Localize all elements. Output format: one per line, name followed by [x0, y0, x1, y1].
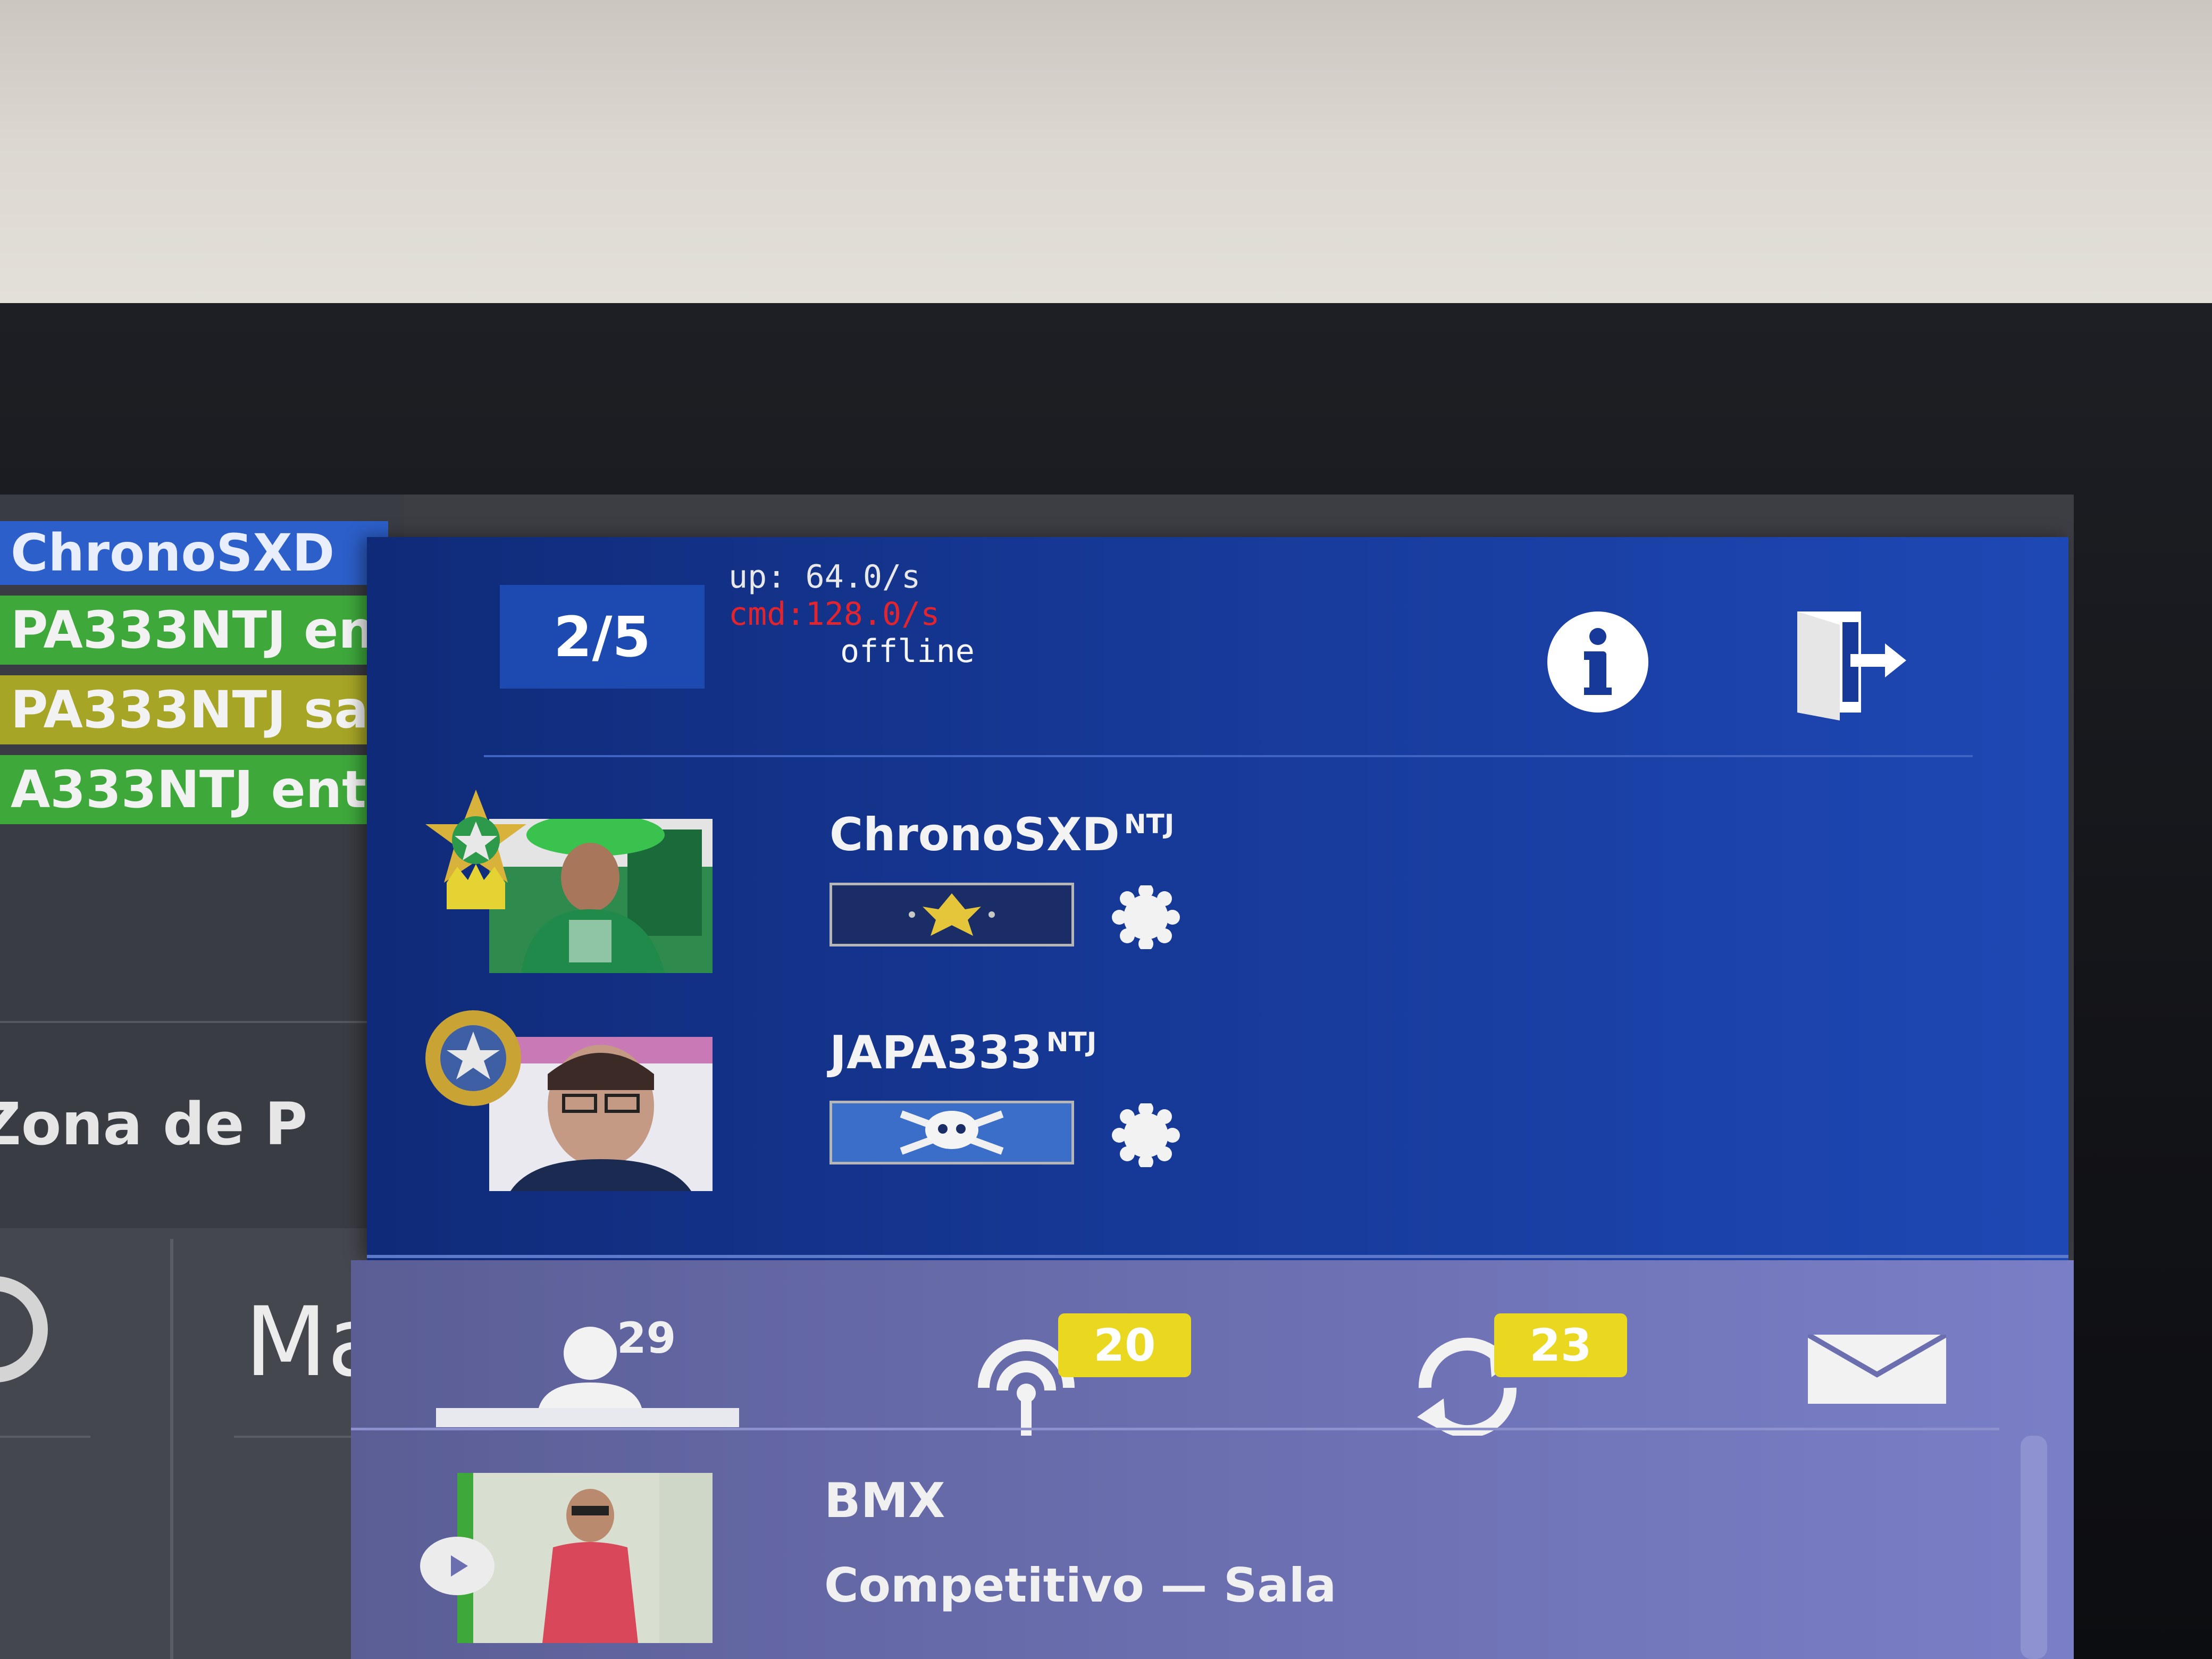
rank-medal-icon [409, 787, 542, 915]
broadcast-badge: 20 [1058, 1313, 1191, 1377]
feed-item: PA333NTJ saiu [0, 675, 388, 744]
social-panel: 29 20 23 BMX Competitivo — Sala [351, 1260, 2074, 1659]
divider [484, 755, 1973, 757]
connection-status: offline [840, 633, 975, 670]
stat-cmd: cmd:128.0/s [728, 596, 940, 633]
divider [367, 1255, 2068, 1258]
divider [0, 1021, 383, 1023]
active-tab-indicator [436, 1408, 739, 1427]
net-stats: up: 64.0/s cmd:128.0/s offline [728, 558, 975, 670]
info-button[interactable] [1547, 611, 1648, 713]
player-row[interactable]: ChronoSXD NTJ [367, 787, 2068, 1000]
exit-door-icon [1797, 611, 1906, 720]
tab-messages[interactable] [1808, 1292, 1957, 1425]
game-screen: ChronoSXD PA333NTJ ent PA333NTJ saiu A33… [0, 495, 2074, 1659]
info-icon [1584, 628, 1612, 695]
scrollbar[interactable] [2021, 1436, 2047, 1659]
feed-item: ChronoSXD [0, 521, 388, 585]
feed-item: PA333NTJ ent [0, 596, 388, 665]
divider [170, 1239, 173, 1659]
mail-icon [1808, 1335, 1946, 1404]
tab-friends[interactable]: 29 [526, 1292, 739, 1425]
left-panel: ChronoSXD PA333NTJ ent PA333NTJ saiu A33… [0, 495, 404, 1659]
play-icon[interactable] [420, 1537, 495, 1595]
tab-recent[interactable]: 23 [1404, 1292, 1670, 1436]
rank-medal-icon [409, 1005, 542, 1133]
leave-lobby-button[interactable] [1792, 601, 1909, 723]
recent-badge: 23 [1494, 1313, 1627, 1377]
list-item[interactable]: BMX Competitivo — Sala [351, 1430, 1999, 1659]
settings-gear-icon[interactable] [1111, 1101, 1180, 1169]
room-thumbnail [457, 1473, 713, 1643]
patent-badge [830, 883, 1074, 946]
room-mode: Competitivo — Sala [824, 1558, 1337, 1613]
feed-item: A333NTJ ent [0, 755, 388, 824]
room-name: BMX [824, 1473, 945, 1529]
tab-broadcast[interactable]: 20 [968, 1292, 1234, 1436]
zone-label: Zona de P [0, 1090, 308, 1158]
player-name: ChronoSXD NTJ [830, 808, 1175, 861]
patent-badge [830, 1101, 1074, 1164]
party-count: 2/5 [500, 585, 705, 689]
settings-gear-icon[interactable] [1111, 883, 1180, 951]
lobby-panel: 2/5 up: 64.0/s cmd:128.0/s offline Chron… [367, 537, 2068, 1260]
divider [0, 1436, 90, 1438]
friends-count: 29 [617, 1313, 676, 1363]
player-row[interactable]: JAPA333 NTJ [367, 1005, 2068, 1218]
background-wall [0, 0, 2212, 319]
stat-up: up: 64.0/s [728, 558, 921, 596]
player-name: JAPA333 NTJ [830, 1026, 1097, 1079]
